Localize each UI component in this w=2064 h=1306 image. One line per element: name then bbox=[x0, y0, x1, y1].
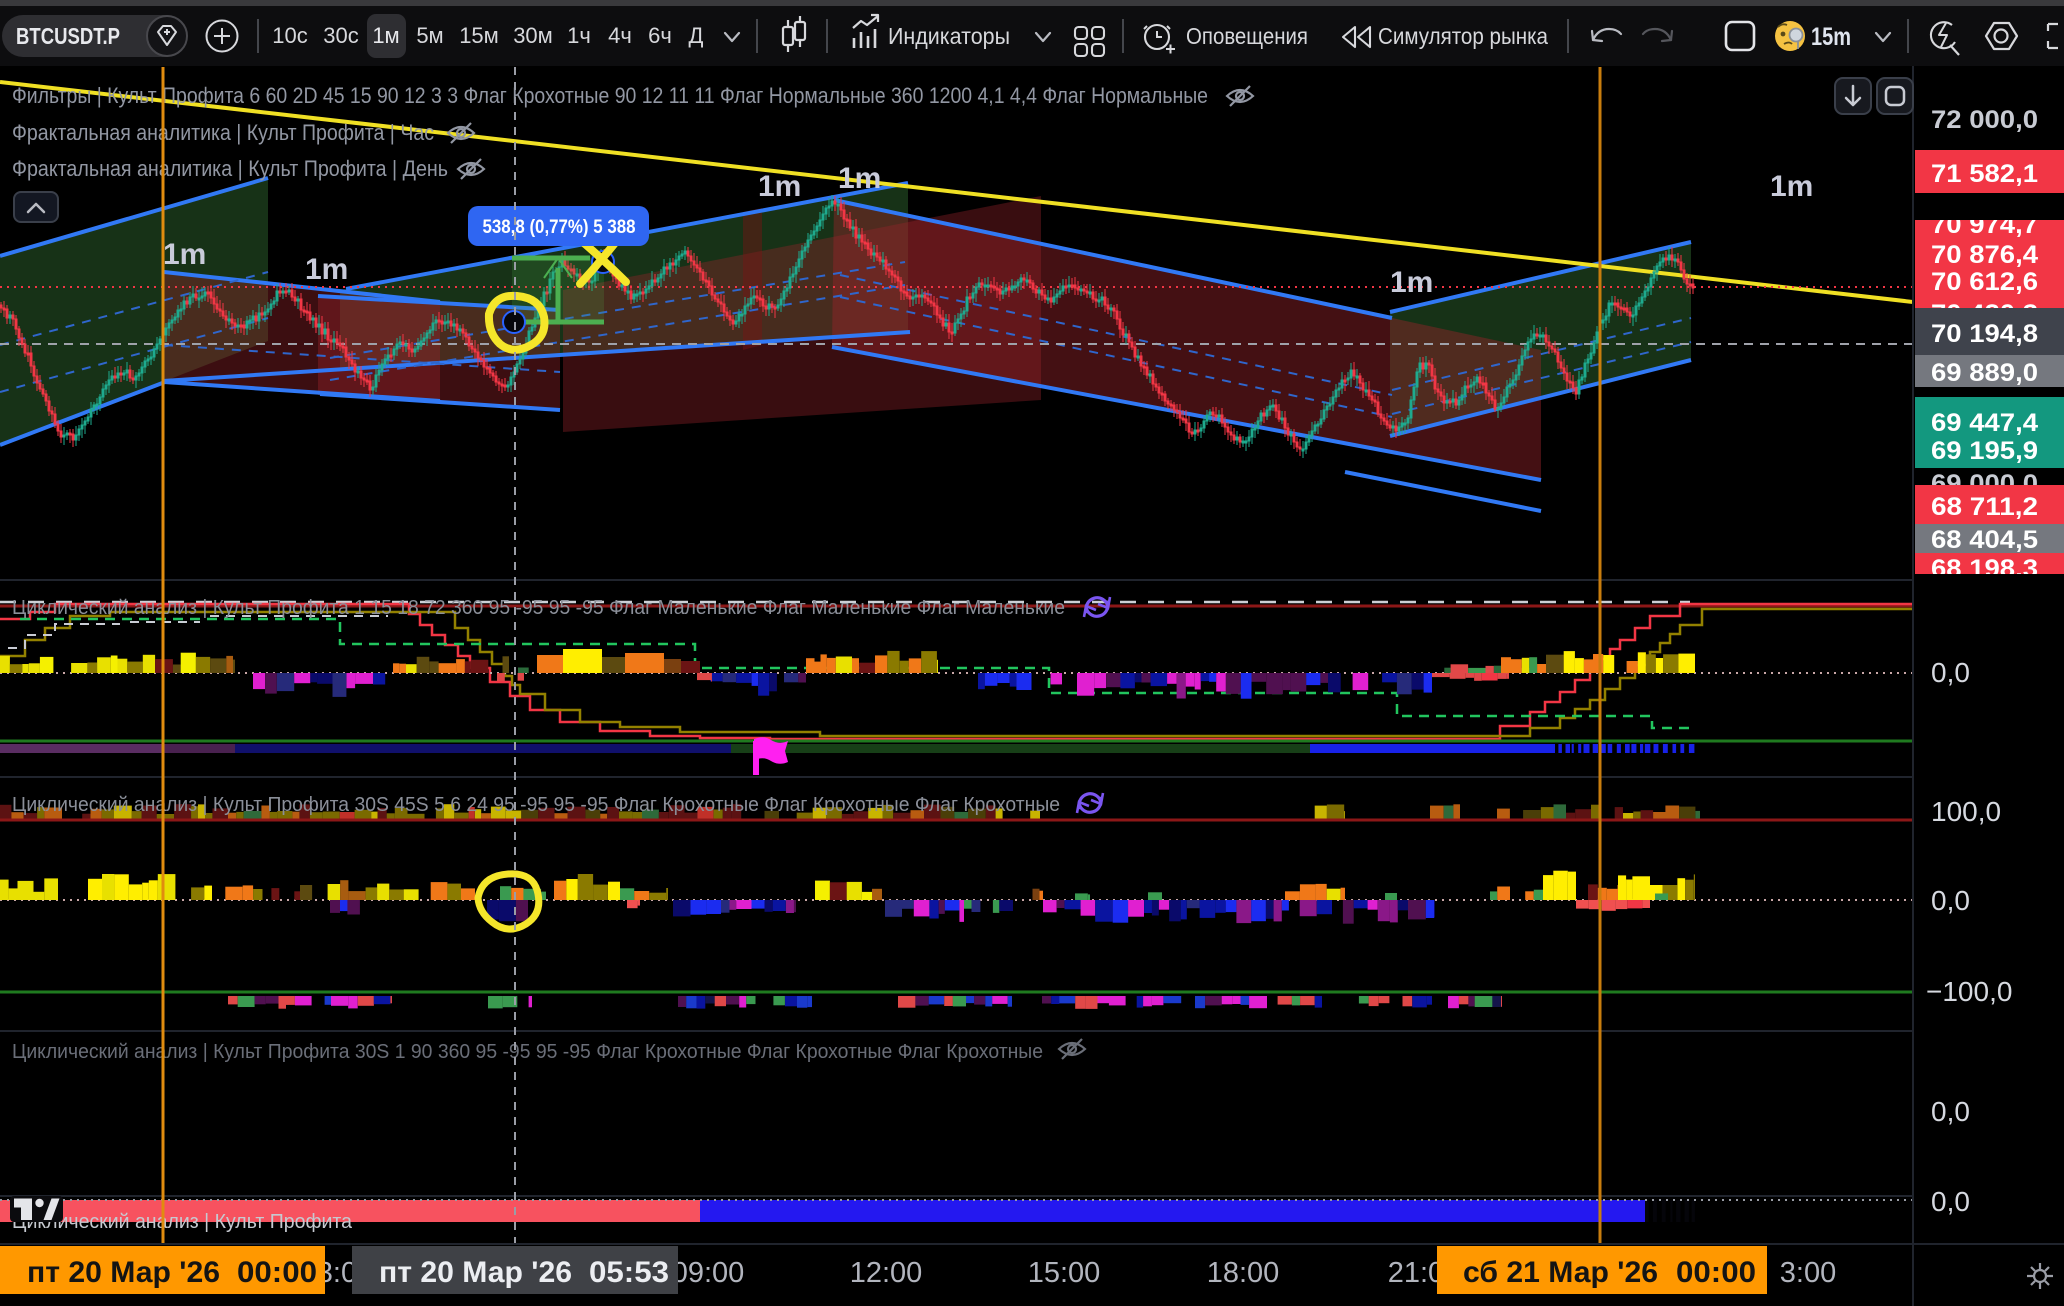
svg-text:0,0: 0,0 bbox=[1931, 1186, 1970, 1217]
svg-text:30с: 30с bbox=[323, 23, 358, 48]
svg-text:0,0: 0,0 bbox=[1931, 657, 1970, 688]
svg-text:15м: 15м bbox=[459, 23, 499, 48]
svg-text:1ч: 1ч bbox=[567, 23, 591, 48]
svg-text:Циклический анализ | Культ Про: Циклический анализ | Культ Профита 1 15 … bbox=[12, 597, 1065, 619]
svg-text:70 612,6: 70 612,6 bbox=[1931, 268, 2038, 296]
svg-text:Фрактальная аналитика | Культ: Фрактальная аналитика | Культ Профита | … bbox=[12, 156, 448, 181]
svg-text:0,0: 0,0 bbox=[1931, 885, 1970, 916]
svg-text:70 194,8: 70 194,8 bbox=[1931, 320, 2038, 348]
svg-text:пт 20 Мар '26: пт 20 Мар '26 bbox=[379, 1256, 572, 1289]
svg-text:0,0: 0,0 bbox=[1931, 1096, 1970, 1127]
svg-text:BTCUSDT.P: BTCUSDT.P bbox=[16, 23, 120, 49]
svg-text:Фильтры | Культ Профита 6 60 2: Фильтры | Культ Профита 6 60 2D 45 15 90… bbox=[12, 83, 1208, 108]
svg-text:1m: 1m bbox=[1770, 170, 1813, 203]
svg-text:1м: 1м bbox=[372, 23, 399, 48]
svg-text:Циклический анализ | Культ Про: Циклический анализ | Культ Профита 30S 1… bbox=[12, 1041, 1043, 1063]
svg-text:69 447,4: 69 447,4 bbox=[1931, 409, 2038, 437]
svg-text:6ч: 6ч bbox=[648, 23, 672, 48]
svg-text:15m: 15m bbox=[1811, 23, 1851, 51]
svg-text:1m: 1m bbox=[163, 238, 206, 271]
svg-text:1m: 1m bbox=[838, 162, 881, 195]
svg-text:1m: 1m bbox=[305, 253, 348, 286]
svg-text:71 582,1: 71 582,1 bbox=[1931, 160, 2038, 188]
svg-text:5м: 5м bbox=[416, 23, 443, 48]
svg-text:72 000,0: 72 000,0 bbox=[1931, 106, 2038, 134]
svg-text:70 876,4: 70 876,4 bbox=[1931, 241, 2038, 269]
svg-text:05:53: 05:53 bbox=[589, 1256, 669, 1289]
svg-text:Циклический анализ | Культ Про: Циклический анализ | Культ Профита bbox=[12, 1211, 353, 1233]
svg-text:Д: Д bbox=[689, 23, 704, 48]
svg-text:Симулятор рынка: Симулятор рынка bbox=[1378, 23, 1548, 49]
svg-text:100,0: 100,0 bbox=[1931, 796, 2001, 827]
svg-text:Оповещения: Оповещения bbox=[1186, 23, 1308, 49]
svg-text:−100,0: −100,0 bbox=[1926, 976, 2012, 1007]
svg-text:69 889,0: 69 889,0 bbox=[1931, 359, 2038, 387]
svg-text:68 711,2: 68 711,2 bbox=[1931, 493, 2038, 521]
svg-text:30м: 30м bbox=[513, 23, 553, 48]
svg-text:12:00: 12:00 bbox=[850, 1257, 923, 1289]
svg-text:18:00: 18:00 bbox=[1207, 1257, 1280, 1289]
svg-text:00:00: 00:00 bbox=[1676, 1256, 1756, 1289]
svg-text:1m: 1m bbox=[1390, 266, 1433, 299]
svg-text:68 404,5: 68 404,5 bbox=[1931, 526, 2038, 554]
svg-text:15:00: 15:00 bbox=[1028, 1257, 1101, 1289]
svg-text:1m: 1m bbox=[758, 170, 801, 203]
svg-text:538,8 (0,77%) 5 388: 538,8 (0,77%) 5 388 bbox=[483, 217, 636, 238]
svg-text:09:00: 09:00 bbox=[672, 1257, 745, 1289]
svg-text:Фрактальная аналитика | Культ: Фрактальная аналитика | Культ Профита | … bbox=[12, 120, 434, 145]
svg-text:69 195,9: 69 195,9 bbox=[1931, 437, 2038, 465]
svg-text:10с: 10с bbox=[272, 23, 307, 48]
svg-text:Циклический анализ | Культ Про: Циклический анализ | Культ Профита 30S 4… bbox=[12, 794, 1060, 816]
svg-text:3:00: 3:00 bbox=[1780, 1257, 1836, 1289]
svg-text:Индикаторы: Индикаторы bbox=[888, 23, 1010, 49]
svg-text:00:00: 00:00 bbox=[237, 1256, 317, 1289]
svg-text:пт 20 Мар '26: пт 20 Мар '26 bbox=[27, 1256, 220, 1289]
svg-text:сб 21 Мар '26: сб 21 Мар '26 bbox=[1463, 1256, 1658, 1289]
svg-text:4ч: 4ч bbox=[608, 23, 632, 48]
